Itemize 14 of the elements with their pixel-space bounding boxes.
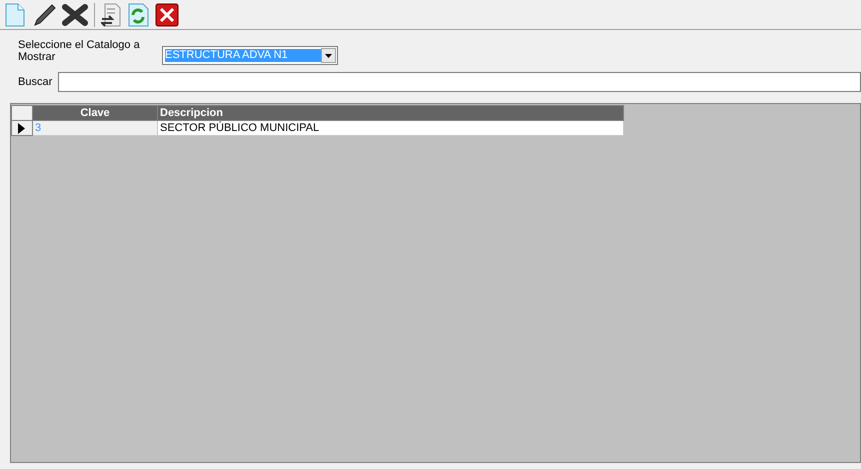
pencil-icon[interactable] xyxy=(32,2,56,26)
new-document-icon[interactable] xyxy=(4,2,26,26)
row-pointer-icon xyxy=(18,122,25,134)
refresh-icon[interactable] xyxy=(127,2,149,26)
search-label: Buscar xyxy=(18,74,54,90)
column-header[interactable]: Descripcion xyxy=(158,106,624,120)
table-cell: 3 xyxy=(32,120,158,136)
column-header[interactable]: Clave xyxy=(32,106,158,120)
x-mark-icon[interactable] xyxy=(62,4,88,26)
close-icon[interactable] xyxy=(155,2,179,26)
table-cell: SECTOR PÚBLICO MUNICIPAL xyxy=(158,120,624,136)
catalog-label: Seleccione el Catalogo a Mostrar xyxy=(18,39,141,63)
spreadsheet-export-icon[interactable] xyxy=(101,2,121,26)
search-field[interactable] xyxy=(58,72,861,92)
